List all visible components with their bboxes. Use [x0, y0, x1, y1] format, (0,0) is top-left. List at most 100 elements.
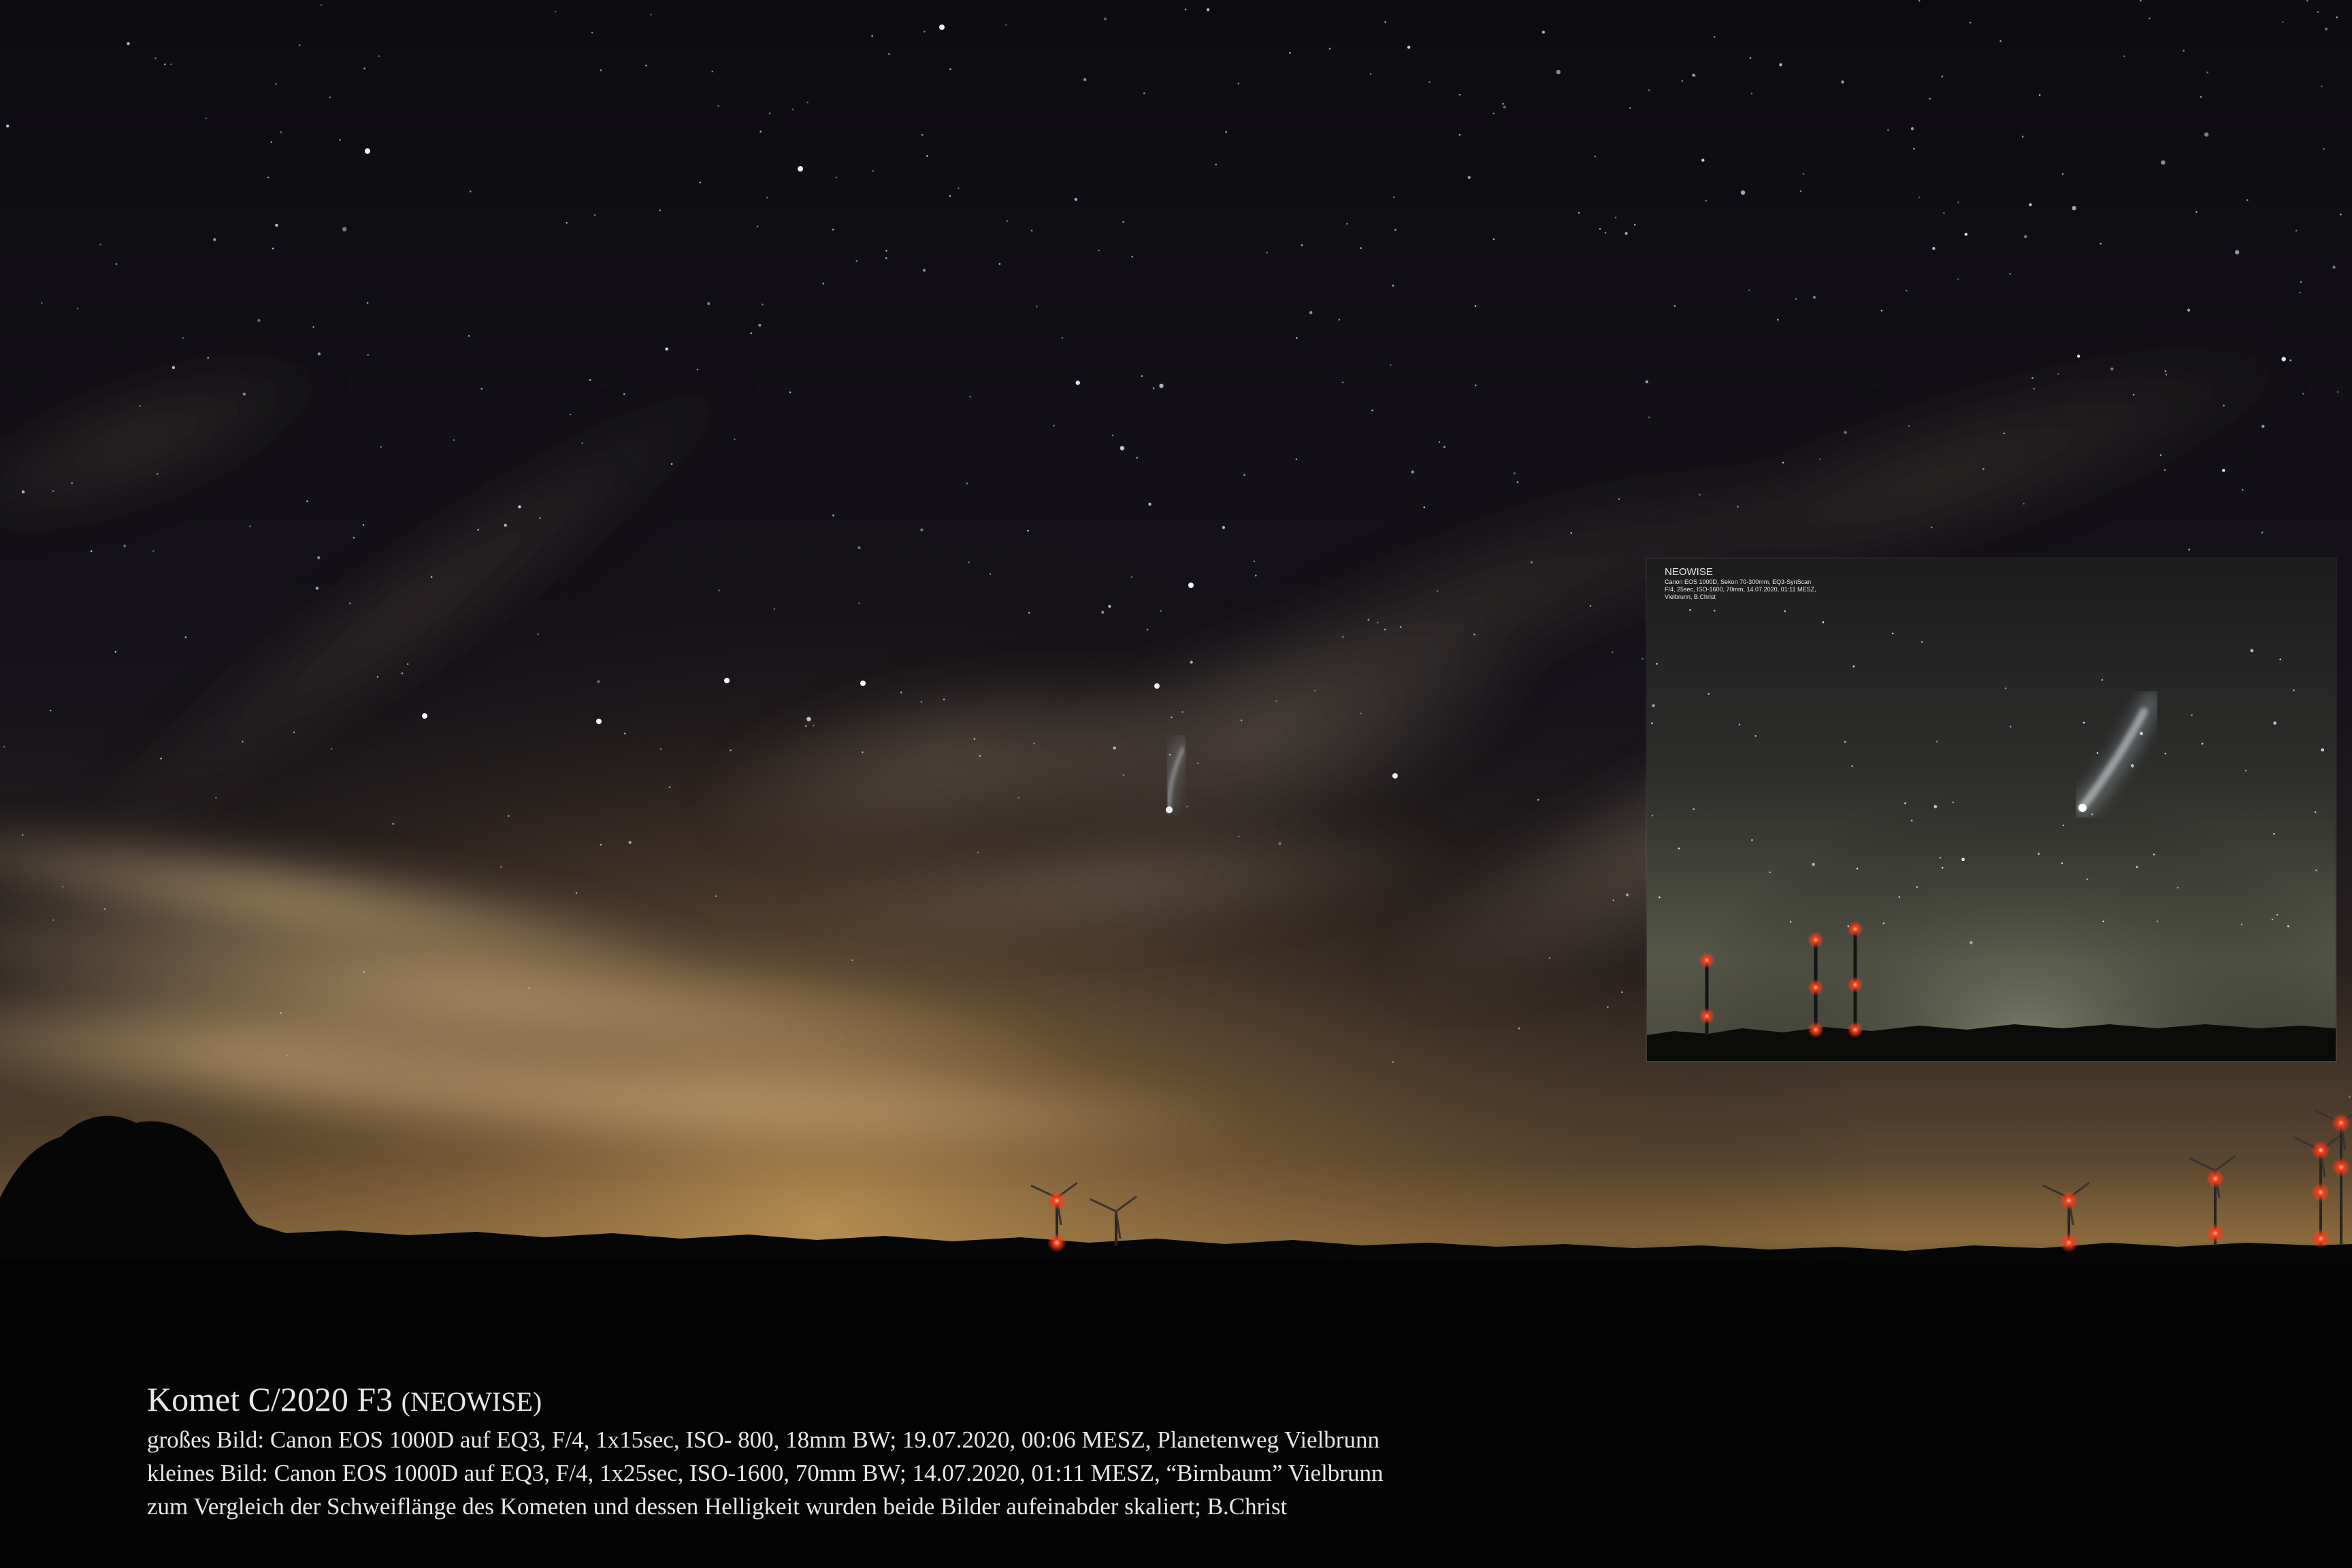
star — [1237, 82, 1240, 85]
star — [2038, 853, 2040, 855]
star — [1206, 8, 1210, 12]
star — [1243, 474, 1245, 476]
star — [71, 482, 73, 485]
star — [1812, 295, 1816, 299]
star — [2187, 308, 2191, 312]
star — [1936, 740, 1938, 742]
star — [1852, 665, 1855, 668]
bright-star — [422, 713, 427, 719]
star — [363, 971, 365, 973]
star — [773, 608, 776, 610]
star — [1436, 590, 1439, 592]
star — [1799, 190, 1802, 193]
star — [1186, 805, 1188, 808]
star — [1779, 63, 1782, 67]
star — [1841, 80, 1844, 84]
star — [758, 323, 762, 327]
caption-title-main: Komet C/2020 F3 — [147, 1380, 393, 1418]
star — [2321, 748, 2325, 752]
star — [885, 257, 887, 259]
star — [1614, 216, 1617, 219]
star — [1399, 625, 1402, 628]
star — [1750, 93, 1753, 95]
star — [1101, 610, 1105, 614]
star — [885, 250, 887, 252]
star — [339, 139, 341, 141]
star — [2201, 742, 2204, 745]
star — [114, 651, 117, 653]
star — [1629, 107, 1631, 110]
star — [2246, 199, 2249, 201]
star — [257, 318, 261, 323]
star — [766, 196, 768, 199]
star — [2096, 752, 2099, 754]
star — [2061, 862, 2063, 864]
star — [1678, 847, 1680, 849]
star — [597, 680, 600, 683]
star — [707, 301, 710, 306]
star — [1033, 742, 1035, 745]
star — [1819, 458, 1821, 460]
star — [1371, 409, 1373, 412]
star — [207, 357, 210, 359]
star — [1624, 231, 1628, 235]
star — [1196, 762, 1199, 764]
star — [1392, 1061, 1394, 1063]
star — [699, 181, 702, 184]
star — [1802, 173, 1805, 175]
star — [317, 556, 321, 559]
star — [1122, 774, 1125, 776]
star — [1278, 842, 1281, 845]
star — [1017, 797, 1020, 799]
star — [480, 388, 483, 390]
star — [670, 463, 673, 465]
star — [979, 755, 981, 757]
star — [1625, 893, 1629, 897]
star — [1589, 604, 1592, 607]
star — [1908, 425, 1910, 427]
star — [1659, 896, 1661, 898]
star — [1708, 693, 1710, 695]
inset-comet-scene — [1647, 559, 2336, 1061]
caption-title-subtitle: (NEOWISE) — [401, 1386, 542, 1417]
star — [806, 717, 811, 721]
star — [1693, 808, 1695, 811]
star — [1146, 628, 1149, 631]
star — [665, 347, 668, 350]
star — [317, 352, 321, 356]
star — [99, 244, 101, 246]
star — [2009, 725, 2012, 728]
star — [1749, 57, 1752, 59]
star — [2349, 1096, 2351, 1098]
star — [1341, 381, 1344, 384]
star — [1784, 610, 1786, 612]
star — [182, 337, 184, 340]
star — [650, 14, 652, 16]
star — [760, 131, 762, 133]
star — [1822, 621, 1825, 623]
star — [1061, 337, 1064, 339]
star — [1027, 529, 1029, 532]
star — [1701, 159, 1705, 162]
star — [62, 885, 64, 888]
star — [280, 131, 282, 133]
star — [1225, 131, 1227, 133]
star — [1467, 176, 1471, 179]
star — [926, 155, 928, 157]
star — [1961, 858, 1965, 862]
star — [768, 112, 771, 114]
star — [537, 633, 539, 636]
star — [1160, 610, 1162, 612]
star — [668, 786, 671, 788]
star — [184, 636, 187, 638]
star — [2300, 281, 2302, 283]
star — [2004, 687, 2007, 689]
star — [1474, 305, 1477, 308]
star — [1531, 561, 1533, 564]
star — [528, 987, 530, 990]
star — [822, 282, 824, 285]
star — [1492, 238, 1495, 240]
star — [888, 53, 890, 55]
star — [2223, 404, 2225, 407]
star — [3, 745, 5, 748]
